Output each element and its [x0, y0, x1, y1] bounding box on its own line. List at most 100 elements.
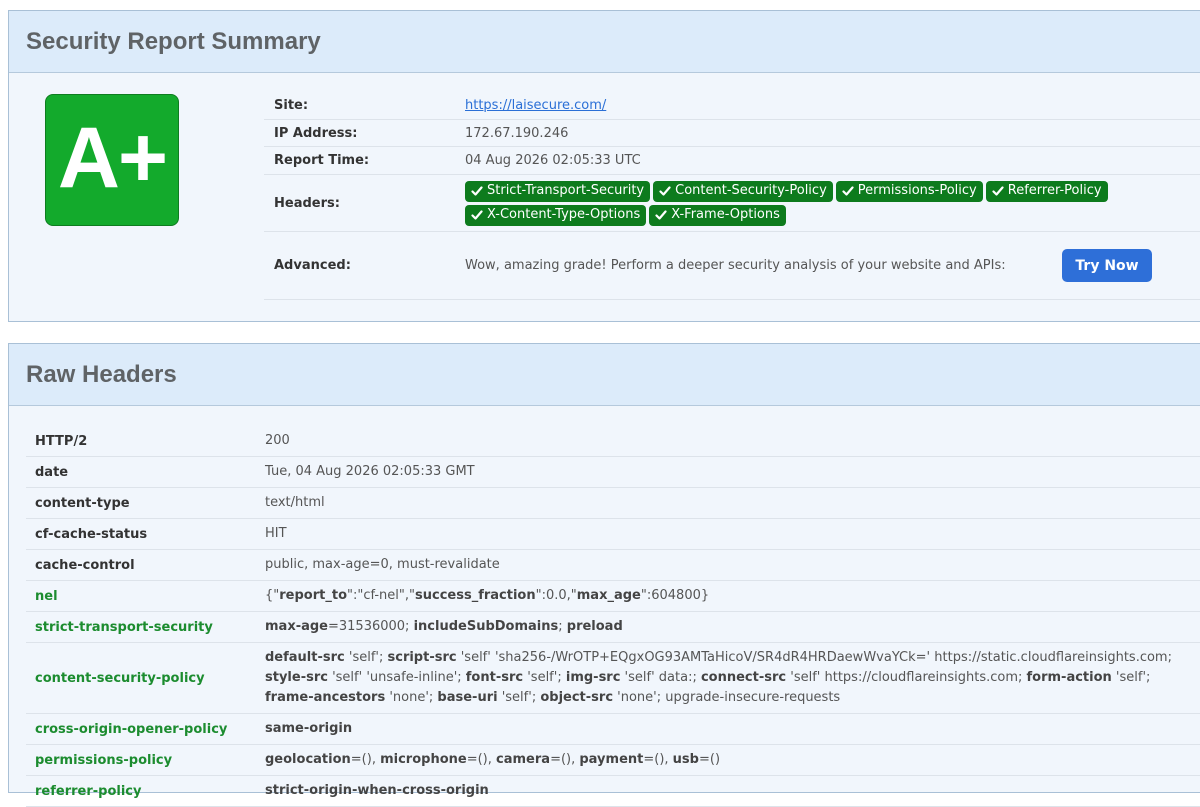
header-name: referrer-policy [35, 783, 142, 799]
header-badge: Strict-Transport-Security [465, 180, 651, 202]
table-row: date Tue, 04 Aug 2026 02:05:33 GMT [26, 457, 1200, 488]
header-badge: X-Content-Type-Options [465, 204, 647, 226]
directive-value: 'self'; [523, 670, 566, 685]
ip-value: 172.67.190.246 [465, 125, 569, 141]
directive-name: max-age [265, 619, 328, 634]
directive-value: 'self'; [344, 650, 388, 665]
directive-value: 'self'; [1111, 670, 1151, 685]
header-value: 200 [265, 433, 290, 448]
directive-value: 'self'; [497, 690, 541, 705]
directive-name: strict-origin-when-cross-origin [265, 783, 489, 798]
directive-value: ":"cf-nel"," [347, 588, 415, 603]
header-name: HTTP/2 [35, 433, 88, 449]
header-name: nel [35, 588, 58, 604]
header-value: Tue, 04 Aug 2026 02:05:33 GMT [265, 464, 475, 479]
directive-value: =(), [643, 752, 673, 767]
grade-badge: A+ [45, 94, 179, 226]
report-time-label: Report Time: [274, 153, 370, 168]
directive-name: style-src [265, 670, 328, 685]
directive-name: form-action [1026, 670, 1112, 685]
info-row-report-time: Report Time: 04 Aug 2026 02:05:33 UTC [264, 147, 1200, 175]
directive-value: =(), [466, 752, 497, 767]
directive-name: script-src [387, 650, 457, 665]
directive-name: object-src [540, 690, 614, 705]
directive-name: camera [496, 752, 551, 767]
summary-info-table: Site: https://laisecure.com/ IP Address:… [264, 92, 1200, 300]
directive-value: ; [558, 619, 567, 634]
info-row-site: Site: https://laisecure.com/ [264, 92, 1200, 120]
info-row-ip: IP Address: 172.67.190.246 [264, 120, 1200, 147]
advanced-label: Advanced: [274, 258, 351, 273]
info-row-advanced: Advanced: Wow, amazing grade! Perform a … [264, 232, 1200, 300]
headers-label: Headers: [274, 195, 340, 211]
directive-value: ":0.0," [535, 588, 577, 603]
directive-name: report_to [279, 588, 348, 603]
raw-headers-panel: Raw Headers HTTP/2 200 date Tue, 04 Aug 202… [8, 343, 1200, 807]
header-value: {"report_to":"cf-nel","success_fraction"… [265, 586, 1200, 606]
directive-name: base-uri [437, 690, 498, 705]
header-name: content-security-policy [35, 670, 205, 686]
site-label: Site: [274, 98, 309, 113]
directive-name: frame-ancestors [265, 690, 386, 705]
summary-header: Security Report Summary [9, 11, 1200, 73]
advanced-text: Wow, amazing grade! Perform a deeper sec… [465, 258, 1006, 273]
directive-name: microphone [380, 752, 467, 767]
header-name: cf-cache-status [35, 526, 148, 542]
header-badge: Content-Security-Policy [653, 180, 833, 202]
directive-value: =(), [550, 752, 580, 767]
table-row: cross-origin-opener-policy same-origin [26, 714, 1200, 745]
directive-name: success_fraction [415, 588, 536, 603]
raw-header: Raw Headers [9, 344, 1200, 406]
directive-value: 'self' 'unsafe-inline'; [327, 670, 466, 685]
check-icon [992, 185, 1004, 197]
directive-value: {" [265, 588, 280, 603]
header-value: same-origin [265, 719, 1200, 739]
header-value: max-age=31536000; includeSubDomains; pre… [265, 617, 1200, 637]
directive-name: img-src [565, 670, 621, 685]
table-row: HTTP/2 200 [26, 426, 1200, 457]
header-badge: Referrer-Policy [985, 180, 1108, 202]
raw-title: Raw Headers [26, 360, 177, 388]
directive-name: geolocation [265, 752, 351, 767]
check-icon [842, 185, 854, 197]
table-row: strict-transport-security max-age=3153600… [26, 612, 1200, 643]
header-badge-label: Strict-Transport-Security [487, 182, 645, 198]
directive-name: includeSubDomains [413, 619, 559, 634]
table-row: nel {"report_to":"cf-nel","success_fracti… [26, 581, 1200, 612]
directive-name: usb [672, 752, 699, 767]
check-icon [471, 185, 483, 197]
security-report-summary-panel: Security Report Summary A+ Site: https:/… [8, 10, 1200, 322]
table-row: content-type text/html [26, 488, 1200, 519]
directive-value: 'self' 'sha256-/WrOTP+EQgxOG93AMTaHicoV/… [456, 650, 1172, 665]
table-row: permissions-policy geolocation=(), microp… [26, 745, 1200, 776]
check-icon [659, 185, 671, 197]
advanced-value-cell: Wow, amazing grade! Perform a deeper sec… [465, 249, 1200, 282]
header-name: cache-control [35, 557, 135, 573]
header-name: cross-origin-opener-policy [35, 721, 228, 737]
header-name: permissions-policy [35, 752, 173, 768]
ip-label: IP Address: [274, 125, 358, 141]
header-badge-label: X-Frame-Options [671, 206, 780, 222]
headers-value-cell: Strict-Transport-Security Content-Securit… [465, 180, 1200, 226]
table-row: cf-cache-status HIT [26, 519, 1200, 550]
directive-value: =() [698, 752, 721, 767]
directive-value: =(), [350, 752, 381, 767]
check-icon [655, 209, 667, 221]
header-name: date [35, 464, 69, 480]
summary-title: Security Report Summary [26, 27, 321, 55]
header-badge: X-Frame-Options [649, 204, 786, 226]
header-badges: Strict-Transport-Security Content-Securit… [465, 180, 1125, 226]
try-now-button[interactable]: Try Now [1062, 249, 1152, 282]
directive-name: max_age [576, 588, 641, 603]
grade-text: A+ [57, 109, 168, 206]
header-badge-label: Permissions-Policy [857, 182, 977, 198]
header-value: text/html [265, 495, 325, 510]
table-row: content-security-policy default-src 'self… [26, 643, 1200, 714]
header-badge-label: Referrer-Policy [1007, 182, 1102, 198]
raw-headers-table: HTTP/2 200 date Tue, 04 Aug 2026 02:05:33 G… [26, 426, 1200, 807]
header-badge-label: Content-Security-Policy [675, 182, 827, 198]
header-name: strict-transport-security [35, 619, 213, 635]
directive-value: 'self' https://cloudflareinsights.com; [786, 670, 1027, 685]
site-link[interactable]: https://laisecure.com/ [465, 98, 606, 113]
directive-name: preload [566, 619, 623, 634]
